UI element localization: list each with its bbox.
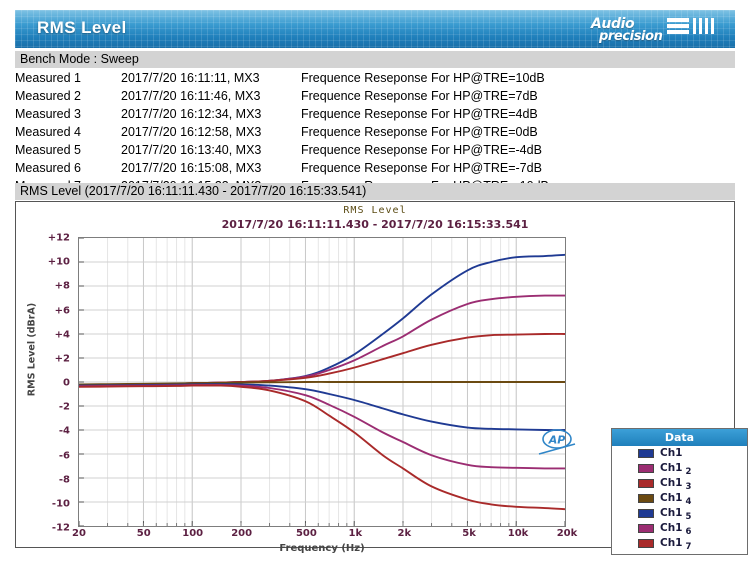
- measurement-description: Frequence Reseponse For HP@TRE=4dB: [301, 107, 538, 121]
- measurement-timestamp: 2017/7/20 16:11:11, MX3: [121, 71, 260, 85]
- y-axis-tick: +10: [47, 256, 70, 268]
- measurement-timestamp: 2017/7/20 16:12:34, MX3: [121, 107, 262, 121]
- legend-color-swatch: [638, 494, 654, 503]
- legend-color-swatch: [638, 524, 654, 533]
- legend-item-label: Ch1: [660, 507, 683, 519]
- legend-color-swatch: [638, 449, 654, 458]
- plot-area: [78, 237, 566, 527]
- legend-item[interactable]: Ch1 4: [612, 491, 747, 507]
- y-axis-tick: -12: [51, 522, 70, 534]
- bench-mode-bar: Bench Mode : Sweep: [15, 51, 735, 68]
- measurement-label: Measured 6: [15, 161, 82, 175]
- chart-panel: RMS Level 2017/7/20 16:11:11.430 - 2017/…: [15, 201, 748, 555]
- x-axis-tick: 500: [295, 528, 317, 539]
- measurement-row: Measured 1 2017/7/20 16:11:11, MX3 Frequen…: [15, 69, 735, 87]
- legend-color-swatch: [638, 464, 654, 473]
- chart-subtitle: 2017/7/20 16:11:11.430 - 2017/7/20 16:15…: [221, 218, 529, 231]
- measurement-row: Measured 6 2017/7/20 16:15:08, MX3 Frequen…: [15, 159, 735, 177]
- audio-precision-logo: Audio precision: [591, 15, 723, 45]
- legend-item[interactable]: Ch1 3: [612, 476, 747, 492]
- y-axis-tick: -6: [58, 450, 70, 461]
- series-line: [79, 253, 565, 387]
- logo-text-precision: precision: [599, 29, 663, 44]
- y-axis-title: RMS Level (dBrA): [26, 302, 38, 397]
- legend-item-label: Ch1: [660, 447, 683, 459]
- plot-svg: [79, 238, 565, 526]
- legend-item-subscript: 4: [685, 496, 692, 507]
- measurement-timestamp: 2017/7/20 16:13:40, MX3: [121, 143, 262, 157]
- measurement-timestamp: 2017/7/20 16:11:46, MX3: [121, 89, 261, 103]
- legend-item-subscript: 5: [685, 511, 692, 522]
- x-axis-tick: 2k: [397, 528, 412, 539]
- measurement-row: Measured 2 2017/7/20 16:11:46, MX3 Frequen…: [15, 87, 735, 105]
- y-axis-tick: -4: [58, 425, 70, 437]
- legend-item-label: Ch1: [660, 462, 683, 474]
- series-line: [79, 333, 565, 387]
- measurement-timestamp: 2017/7/20 16:15:08, MX3: [121, 161, 262, 175]
- legend-header: Data: [612, 429, 747, 446]
- chart-title: RMS Level: [343, 205, 407, 216]
- x-axis-tick: 200: [231, 528, 253, 539]
- legend-item-subscript: 6: [685, 526, 692, 537]
- x-axis-tick: 5k: [462, 528, 476, 539]
- y-axis-tick-labels: +12 +10 +8 +6 +4 +2 0 -2 -4 -6 -8 -10 -12: [16, 233, 76, 534]
- app-header-banner: RMS Level Audio precision: [15, 10, 735, 48]
- legend-item-label: Ch1: [660, 522, 683, 534]
- legend-item[interactable]: Ch1 7: [612, 536, 747, 552]
- legend-item-label: Ch1: [660, 477, 683, 489]
- legend-color-swatch: [638, 539, 654, 548]
- x-axis-tick: 100: [182, 528, 204, 539]
- x-axis-tick: 50: [136, 528, 151, 539]
- x-axis-tick: 1k: [348, 528, 363, 539]
- y-axis-tick: +12: [47, 232, 70, 244]
- measurement-label: Measured 1: [15, 71, 82, 85]
- svg-text:AP: AP: [548, 434, 566, 447]
- measurement-description: Frequence Reseponse For HP@TRE=-7dB: [301, 161, 542, 175]
- results-header-bar: RMS Level (2017/7/20 16:11:11.430 - 2017…: [15, 183, 735, 200]
- legend-item-subscript: 3: [685, 481, 692, 492]
- measurement-list: Measured 1 2017/7/20 16:11:11, MX3 Frequen…: [15, 69, 735, 195]
- series-line: [79, 383, 565, 470]
- measurement-label: Measured 5: [15, 143, 82, 157]
- legend-item-label: Ch1: [660, 537, 683, 549]
- logo-bars-icon: [667, 17, 721, 41]
- bench-mode-text: Bench Mode : Sweep: [20, 52, 139, 66]
- legend-box: Data Ch1 Ch1 2 Ch1 3 Ch1 4 Ch1 5 Ch1 6 Ch1 7: [611, 428, 748, 555]
- legend-item[interactable]: Ch1 6: [612, 521, 747, 537]
- page-title: RMS Level: [37, 18, 127, 37]
- measurement-description: Frequence Reseponse For HP@TRE=0dB: [301, 125, 538, 139]
- legend-items: Ch1 Ch1 2 Ch1 3 Ch1 4 Ch1 5 Ch1 6 Ch1 7: [612, 446, 747, 552]
- measurement-description: Frequence Reseponse For HP@TRE=-4dB: [301, 143, 542, 157]
- measurement-label: Measured 3: [15, 107, 82, 121]
- measurement-row: Measured 5 2017/7/20 16:13:40, MX3 Frequen…: [15, 141, 735, 159]
- legend-item[interactable]: Ch1 2: [612, 461, 747, 477]
- legend-item-label: Ch1: [660, 492, 683, 504]
- legend-item[interactable]: Ch1 5: [612, 506, 747, 522]
- measurement-label: Measured 4: [15, 125, 82, 139]
- series-line: [79, 383, 565, 431]
- legend-color-swatch: [638, 479, 654, 488]
- y-axis-tick: -8: [58, 474, 70, 486]
- measurement-row: Measured 3 2017/7/20 16:12:34, MX3 Frequen…: [15, 105, 735, 123]
- legend-color-swatch: [638, 509, 654, 518]
- x-axis-title: Frequency (Hz): [279, 543, 365, 554]
- ap-watermark-icon: AP: [538, 429, 576, 455]
- legend-item[interactable]: Ch1: [612, 446, 747, 461]
- legend-item-subscript: 2: [685, 466, 692, 477]
- series-line: [79, 294, 565, 387]
- measurement-row: Measured 4 2017/7/20 16:12:58, MX3 Frequen…: [15, 123, 735, 141]
- results-header-text: RMS Level (2017/7/20 16:11:11.430 - 2017…: [20, 184, 367, 198]
- measurement-description: Frequence Reseponse For HP@TRE=7dB: [301, 89, 538, 103]
- series-line: [79, 384, 565, 511]
- legend-item-subscript: 7: [685, 541, 692, 552]
- measurement-timestamp: 2017/7/20 16:12:58, MX3: [121, 125, 262, 139]
- y-axis-tick: -10: [51, 498, 70, 510]
- measurement-description: Frequence Reseponse For HP@TRE=10dB: [301, 71, 545, 85]
- x-axis-tick: 10k: [507, 528, 529, 539]
- x-axis-tick: 20k: [556, 528, 578, 539]
- x-axis-tick-labels: 20 50 100 200 500 1k 2k 5k 10k 20k: [72, 528, 577, 544]
- x-axis-tick: 20: [72, 528, 86, 539]
- measurement-label: Measured 2: [15, 89, 82, 103]
